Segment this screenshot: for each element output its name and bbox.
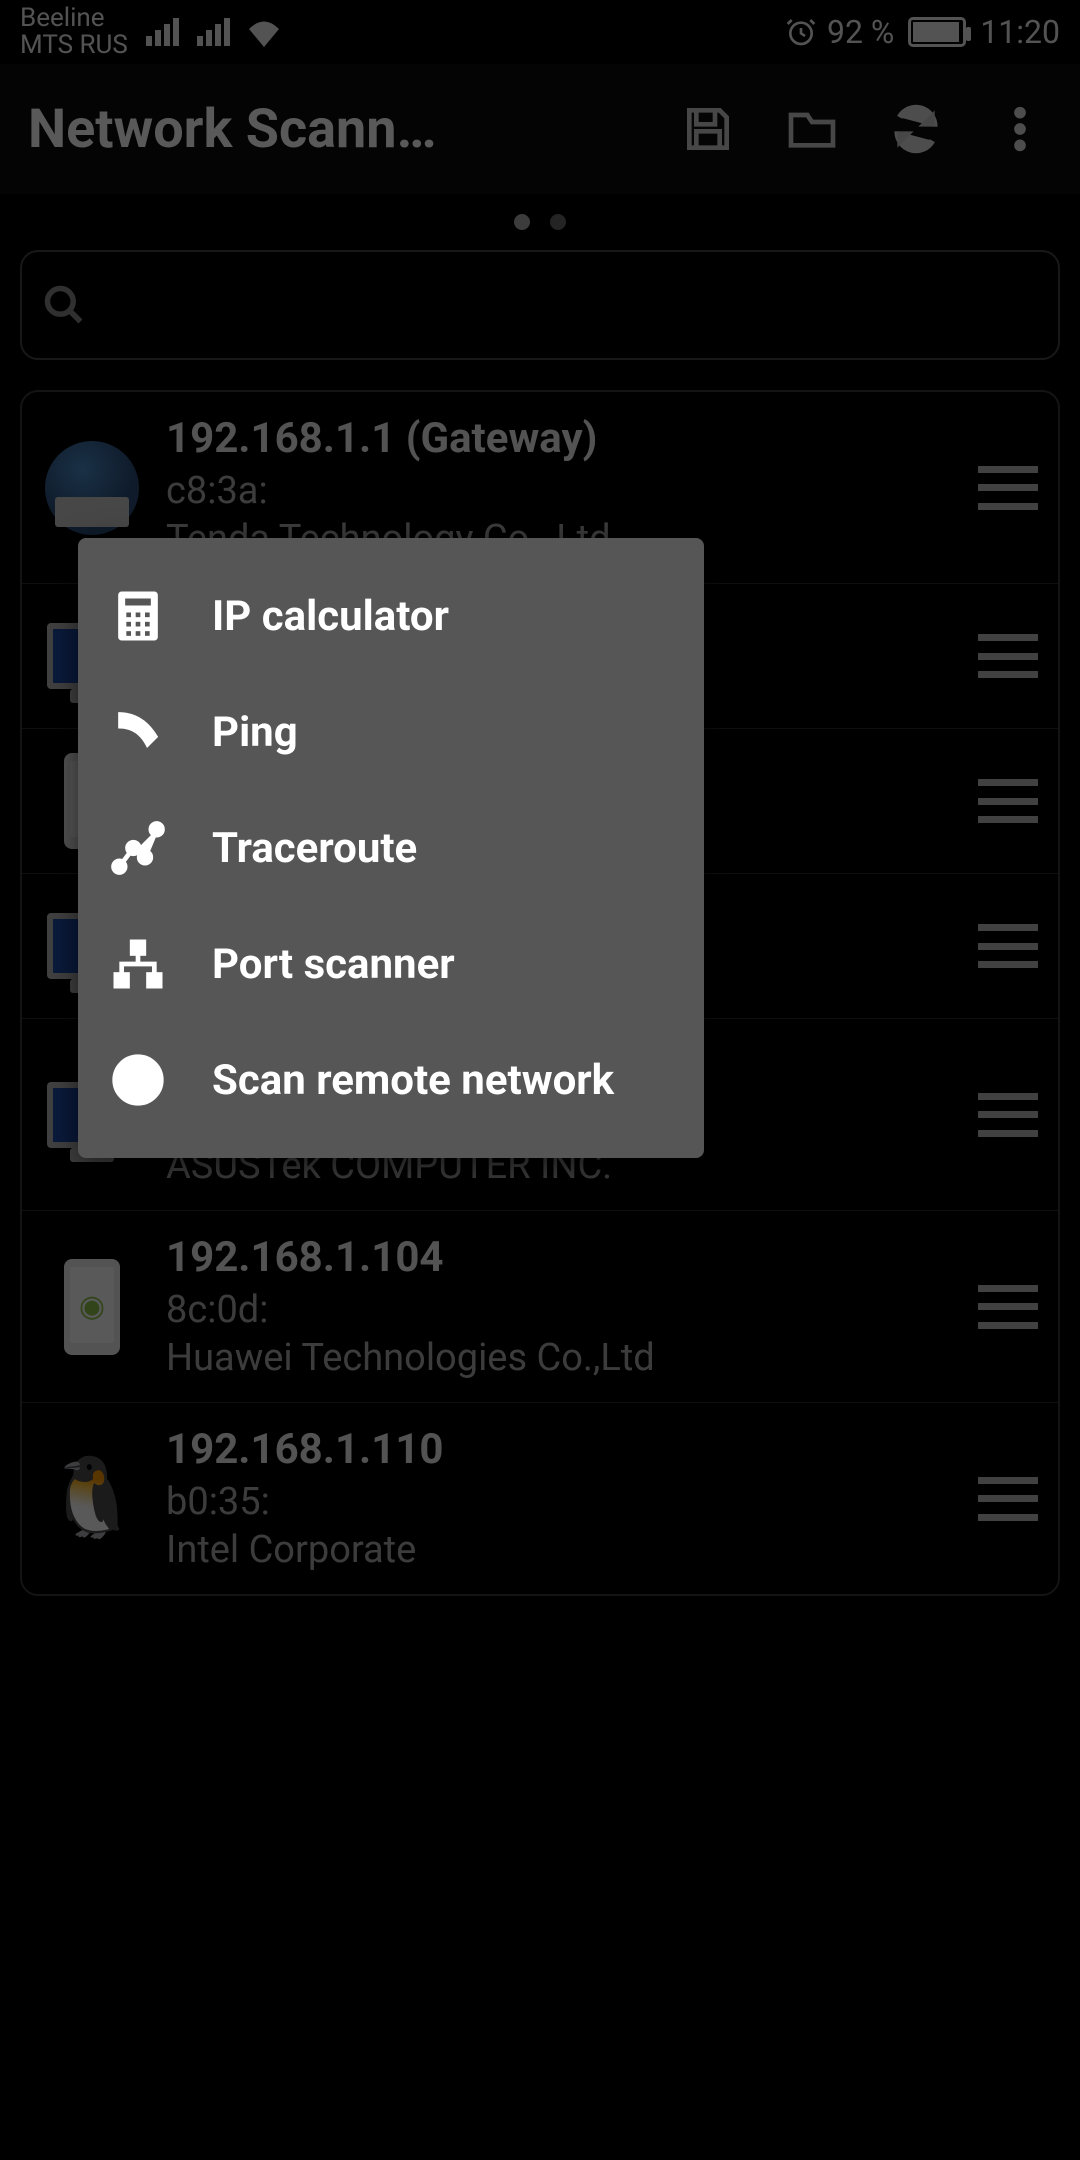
router-icon bbox=[42, 438, 142, 538]
phone-android-icon: ◉ bbox=[42, 1257, 142, 1357]
device-mac: b0:35: bbox=[166, 1480, 954, 1524]
device-row[interactable]: ◉ 192.168.1.104 8c:0d: Huawei Technologi… bbox=[22, 1211, 1058, 1403]
menu-label: Traceroute bbox=[212, 824, 417, 873]
trace-icon bbox=[108, 818, 168, 878]
device-row[interactable]: 🐧 192.168.1.110 b0:35: Intel Corporate bbox=[22, 1403, 1058, 1594]
device-ip: 192.168.1.110 bbox=[166, 1425, 954, 1474]
device-vendor: Huawei Technologies Co.,Ltd bbox=[166, 1336, 954, 1380]
device-mac: 8c:0d: bbox=[166, 1288, 954, 1332]
menu-label: IP calculator bbox=[212, 592, 449, 641]
folder-button[interactable] bbox=[780, 97, 844, 161]
menu-item-ping[interactable]: Ping bbox=[78, 674, 704, 790]
page-dot-1[interactable] bbox=[514, 214, 530, 230]
alarm-icon bbox=[785, 16, 817, 48]
app-bar: Network Scann… bbox=[0, 64, 1080, 194]
search-input[interactable] bbox=[20, 250, 1060, 360]
boomerang-icon bbox=[108, 702, 168, 762]
device-menu-button[interactable] bbox=[978, 634, 1038, 678]
device-menu-button[interactable] bbox=[978, 779, 1038, 823]
battery-icon bbox=[908, 17, 966, 47]
battery-percent: 92 % bbox=[827, 13, 894, 51]
search-icon bbox=[42, 283, 86, 327]
menu-item-scan-remote[interactable]: Scan remote network bbox=[78, 1022, 704, 1138]
device-menu-button[interactable] bbox=[978, 466, 1038, 510]
device-menu-button[interactable] bbox=[978, 1093, 1038, 1137]
signal-icon-1 bbox=[146, 18, 179, 46]
menu-label: Port scanner bbox=[212, 940, 455, 989]
device-menu-button[interactable] bbox=[978, 1285, 1038, 1329]
carrier-1: Beeline bbox=[20, 5, 128, 32]
tools-menu: IP calculator Ping Traceroute Port scann… bbox=[78, 538, 704, 1158]
status-bar: Beeline MTS RUS 92 % 11:20 bbox=[0, 0, 1080, 64]
device-mac: c8:3a: bbox=[166, 469, 954, 513]
menu-item-port-scanner[interactable]: Port scanner bbox=[78, 906, 704, 1022]
device-ip: 192.168.1.104 bbox=[166, 1233, 954, 1282]
linux-penguin-icon: 🐧 bbox=[42, 1449, 142, 1549]
device-menu-button[interactable] bbox=[978, 1477, 1038, 1521]
clock-time: 11:20 bbox=[980, 13, 1060, 51]
save-button[interactable] bbox=[676, 97, 740, 161]
carrier-2: MTS RUS bbox=[20, 32, 128, 59]
menu-label: Ping bbox=[212, 708, 298, 757]
menu-label: Scan remote network bbox=[212, 1056, 614, 1105]
menu-item-ip-calculator[interactable]: IP calculator bbox=[78, 558, 704, 674]
network-icon bbox=[108, 934, 168, 994]
device-vendor: Intel Corporate bbox=[166, 1528, 954, 1572]
app-title: Network Scann… bbox=[28, 98, 636, 161]
pager-indicator bbox=[0, 194, 1080, 250]
menu-item-traceroute[interactable]: Traceroute bbox=[78, 790, 704, 906]
calculator-icon bbox=[108, 586, 168, 646]
device-ip: 192.168.1.1 (Gateway) bbox=[166, 414, 954, 463]
globe-icon bbox=[108, 1050, 168, 1110]
signal-icon-2 bbox=[197, 18, 230, 46]
overflow-menu-button[interactable] bbox=[988, 97, 1052, 161]
page-dot-2[interactable] bbox=[550, 214, 566, 230]
wifi-icon bbox=[246, 17, 282, 47]
refresh-button[interactable] bbox=[884, 97, 948, 161]
device-menu-button[interactable] bbox=[978, 924, 1038, 968]
